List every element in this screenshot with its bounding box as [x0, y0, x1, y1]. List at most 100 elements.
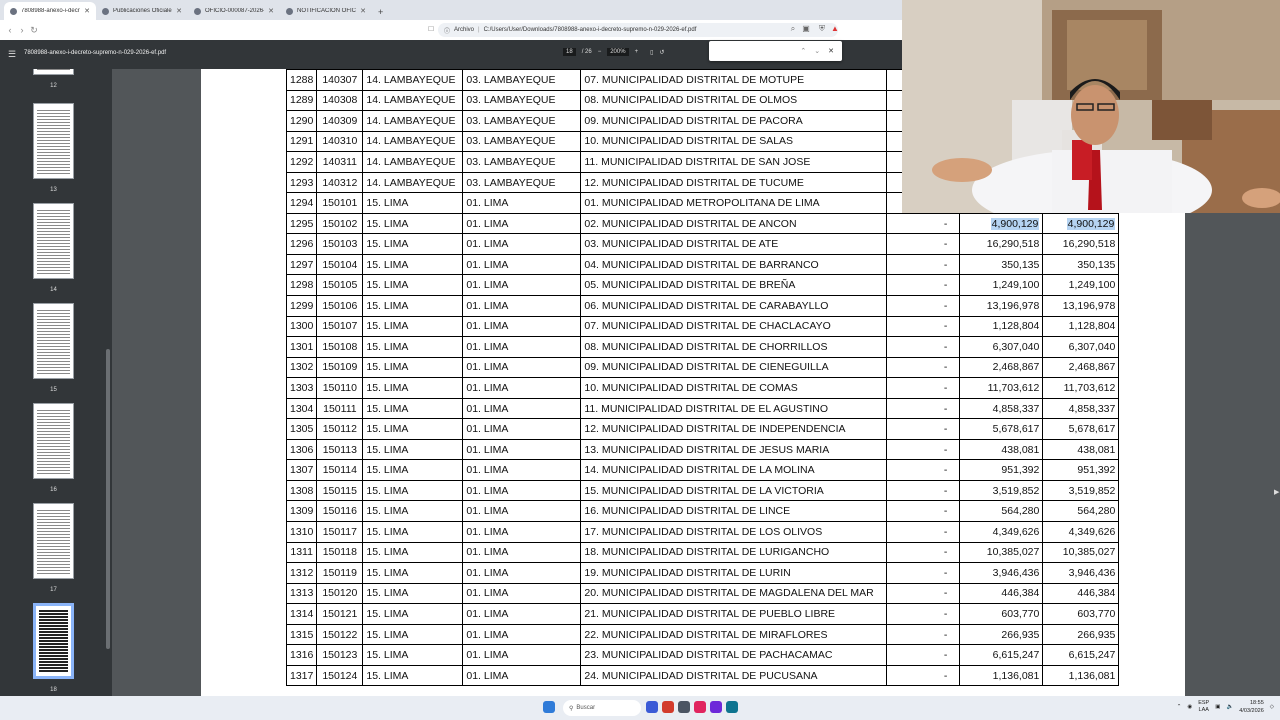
table-cell: - — [886, 603, 961, 625]
browser-tab[interactable]: NOTIFICACIÓN OFICIO-000087-2026 ✕ — [280, 2, 372, 20]
forward-icon[interactable]: › — [16, 25, 28, 35]
table-cell: 15. LIMA — [362, 418, 464, 440]
table-cell: - — [886, 315, 961, 338]
table-cell: 1298 — [285, 274, 318, 297]
bookmark-icon[interactable]: □ — [426, 24, 436, 34]
notifications-icon[interactable]: ◇ — [1270, 704, 1274, 710]
table-cell: - — [886, 377, 961, 399]
tab-close-icon[interactable]: ✕ — [176, 7, 182, 15]
zoom-out-icon[interactable]: − — [598, 49, 602, 55]
thumbnail-preview — [37, 308, 70, 374]
system-tray: ⌃ ◉ ESP LAA ▣ 🔈 18:55 4/03/2026 ◇ — [1177, 699, 1274, 715]
tab-close-icon[interactable]: ✕ — [360, 7, 366, 15]
table-cell: - — [886, 418, 961, 440]
find-next-icon[interactable]: ⌄ — [814, 47, 820, 55]
table-cell: - — [886, 253, 961, 276]
wifi-icon[interactable]: ◉ — [1187, 704, 1192, 710]
table-cell: 1288 — [285, 69, 318, 91]
table-row: 1309 150116 15. LIMA 01. LIMA 16. MUNICIPALI… — [285, 500, 1120, 523]
menu-icon[interactable]: ☰ — [8, 49, 16, 60]
page-number-input[interactable]: 18 — [563, 48, 576, 56]
table-cell: - — [886, 295, 961, 317]
table-cell: 08. MUNICIPALIDAD DISTRITAL DE OLMOS — [580, 89, 888, 112]
table-row: 1308 150115 15. LIMA 01. LIMA 15. MUNICIPALI… — [285, 479, 1120, 502]
edge-icon[interactable] — [726, 701, 738, 713]
info-icon: ⓘ — [444, 28, 451, 35]
table-row: 1295 150102 15. LIMA 01. LIMA 02. MUNICIPALI… — [285, 212, 1120, 235]
table-cell: 1295 — [285, 212, 318, 235]
page-thumbnail[interactable] — [33, 69, 74, 75]
install-icon[interactable]: ▣ — [801, 24, 811, 34]
table-cell: 03. MUNICIPALIDAD DISTRITAL DE ATE — [580, 233, 888, 255]
table-cell: 16,290,518 — [1042, 233, 1120, 255]
table-cell: 603,770 — [959, 603, 1044, 625]
brave-icon[interactable] — [662, 701, 674, 713]
page-thumbnail[interactable] — [33, 603, 74, 679]
table-cell: 15. LIMA — [362, 521, 464, 543]
zoom-input[interactable]: 200% — [607, 48, 629, 56]
page-thumbnail[interactable] — [33, 303, 74, 379]
shield-icon[interactable]: ⛨ — [817, 24, 827, 34]
zoom-icon[interactable]: ⌕ — [788, 24, 798, 34]
table-cell: 15. LIMA — [362, 664, 464, 687]
tab-close-icon[interactable]: ✕ — [84, 7, 90, 15]
table-cell: 14. MUNICIPALIDAD DISTRITAL DE LA MOLINA — [580, 459, 888, 481]
address-text: C:/Users/User/Downloads/7808988-anexo-i-… — [483, 27, 697, 33]
language-indicator[interactable]: ESP LAA — [1198, 700, 1209, 714]
page-thumbnail[interactable] — [33, 203, 74, 279]
task-view-icon[interactable] — [646, 701, 658, 713]
zoom-in-icon[interactable]: + — [635, 49, 639, 55]
back-icon[interactable]: ‹ — [4, 25, 16, 35]
table-cell: 12. MUNICIPALIDAD DISTRITAL DE INDEPENDE… — [580, 418, 888, 440]
find-close-icon[interactable]: ✕ — [828, 47, 834, 55]
viewer-scroll-arrow[interactable]: ▶ — [1274, 488, 1279, 496]
table-row: 1302 150109 15. LIMA 01. LIMA 09. MUNICIPALI… — [285, 356, 1120, 379]
table-cell: 14. LAMBAYEQUE — [362, 151, 464, 173]
fit-page-icon[interactable]: ▯ — [650, 49, 653, 56]
table-cell: 1315 — [285, 623, 318, 646]
table-row: 1314 150121 15. LIMA 01. LIMA 21. MUNICIPALI… — [285, 603, 1120, 625]
table-cell: 266,935 — [959, 623, 1044, 646]
presenter-video — [902, 0, 1280, 213]
address-field[interactable]: ⓘ Archivo | C:/Users/User/Downloads/7808… — [438, 23, 838, 37]
table-cell: 15. LIMA — [362, 336, 464, 358]
reload-icon[interactable]: ↻ — [28, 25, 40, 36]
rotate-icon[interactable]: ↺ — [659, 49, 664, 56]
page-thumbnail[interactable] — [33, 403, 74, 479]
tab-close-icon[interactable]: ✕ — [268, 7, 274, 15]
table-cell: 01. LIMA — [462, 233, 582, 255]
table-cell: 13,196,978 — [959, 295, 1044, 317]
table-cell: 1,136,081 — [1042, 664, 1120, 687]
sidebar-scrollbar[interactable] — [106, 349, 110, 649]
app-icon[interactable] — [678, 701, 690, 713]
table-cell: 11. MUNICIPALIDAD DISTRITAL DE SAN JOSE — [580, 151, 888, 173]
pdf-controls: 18 / 26 − 200% + ▯ ↺ — [563, 48, 664, 56]
table-cell: 03. LAMBAYEQUE — [462, 69, 582, 91]
page-thumbnail[interactable] — [33, 103, 74, 179]
tab-label: NOTIFICACIÓN OFICIO-000087-2026 — [297, 8, 356, 14]
volume-icon[interactable]: 🔈 — [1226, 704, 1233, 710]
table-cell: - — [886, 336, 961, 358]
table-cell: - — [886, 664, 961, 687]
table-cell: 01. LIMA — [462, 562, 582, 584]
table-cell: 15. LIMA — [362, 623, 464, 646]
editor-icon[interactable] — [710, 701, 722, 713]
windows-start-icon[interactable] — [543, 701, 555, 713]
recorder-icon[interactable] — [694, 701, 706, 713]
find-box[interactable]: ⌃ ⌄ ✕ — [709, 41, 842, 61]
extension-icon[interactable]: ▲ — [830, 24, 840, 34]
clock[interactable]: 18:55 4/03/2026 — [1239, 699, 1263, 715]
browser-tab[interactable]: OFICIO-000087-2026-SGTP-SGI.pdf✕ — [188, 2, 280, 20]
tray-chevron-icon[interactable]: ⌃ — [1177, 704, 1182, 710]
table-cell: 01. LIMA — [462, 664, 582, 687]
network-icon[interactable]: ▣ — [1215, 704, 1220, 710]
table-cell: 16. MUNICIPALIDAD DISTRITAL DE LINCE — [580, 500, 888, 523]
browser-tab[interactable]: 7808988-anexo-i-decreto-supre ✕ — [4, 2, 96, 20]
page-thumbnail[interactable] — [33, 503, 74, 579]
find-prev-icon[interactable]: ⌃ — [800, 47, 806, 55]
table-row: 1316 150123 15. LIMA 01. LIMA 23. MUNICIPALI… — [285, 644, 1120, 666]
table-cell: 12. MUNICIPALIDAD DISTRITAL DE TUCUME — [580, 171, 888, 194]
new-tab-button[interactable]: + — [372, 7, 389, 20]
browser-tab[interactable]: Publicaciones Oficiales | Diario Oficial… — [96, 2, 188, 20]
taskbar-search[interactable]: ⚲ Buscar — [563, 700, 641, 716]
